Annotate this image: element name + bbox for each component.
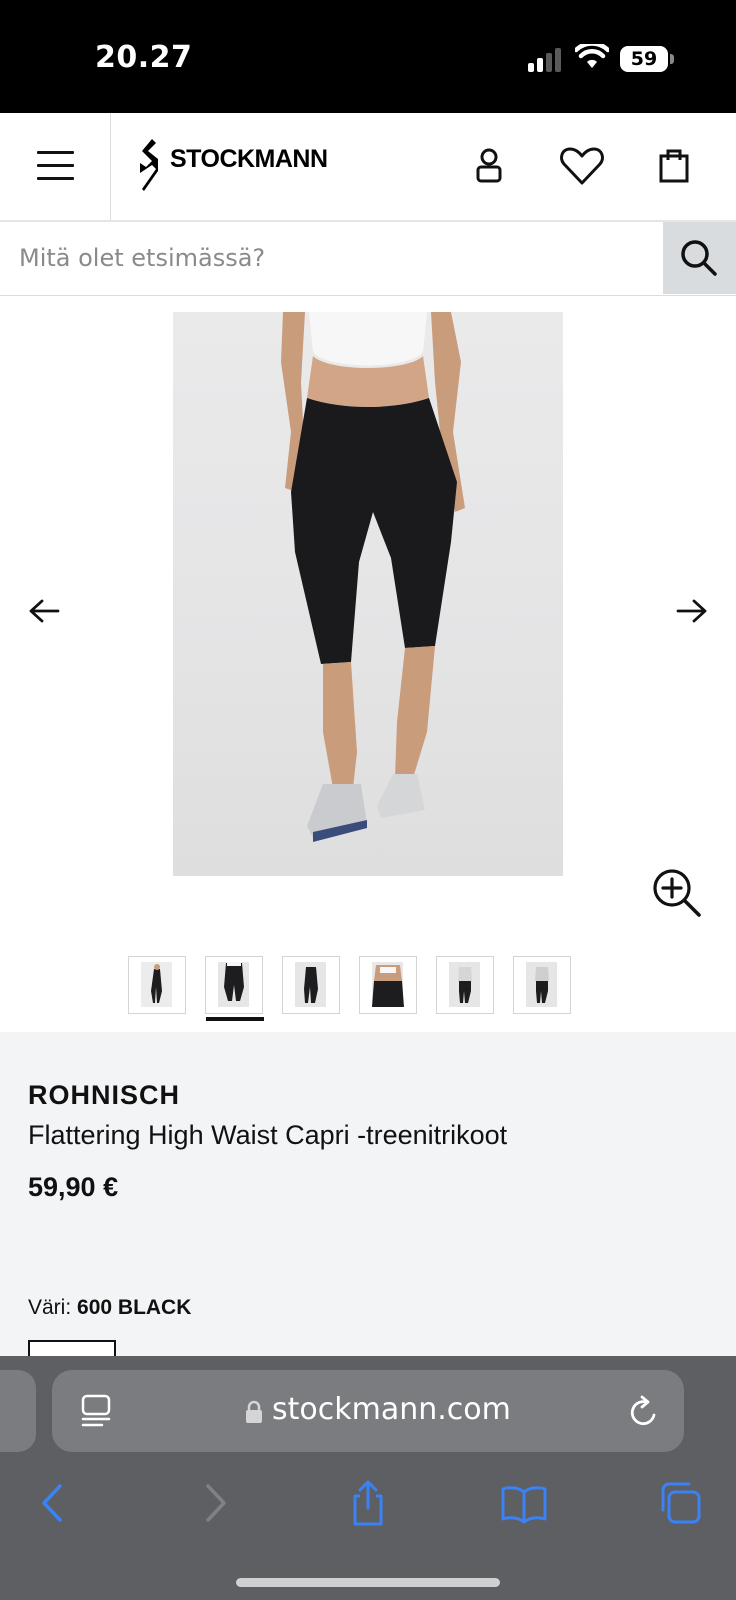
zoom-in-icon[interactable]	[651, 867, 703, 919]
logo-text: STOCKMANN	[170, 145, 328, 173]
thumbnail[interactable]	[436, 956, 494, 1014]
product-photo	[281, 312, 465, 842]
heart-icon[interactable]	[558, 143, 606, 191]
product-brand[interactable]: ROHNISCH	[28, 1080, 180, 1111]
thumbnail-image	[295, 962, 326, 1007]
status-time: 20.27	[95, 40, 193, 75]
bookmarks-icon[interactable]	[499, 1478, 549, 1528]
active-thumbnail-indicator	[206, 1017, 264, 1021]
site-header: STOCKMANN	[0, 113, 736, 222]
thumbnail[interactable]	[513, 956, 571, 1014]
reader-mode-icon[interactable]	[80, 1394, 112, 1428]
home-indicator[interactable]	[236, 1578, 500, 1587]
logo-mark-icon	[140, 139, 158, 191]
forward-icon[interactable]	[188, 1478, 238, 1528]
search-input[interactable]	[0, 222, 663, 294]
product-info: ROHNISCH Flattering High Waist Capri -tr…	[0, 1032, 736, 1360]
battery-nub	[670, 54, 674, 64]
search-icon	[681, 240, 717, 276]
lock-icon	[246, 1400, 262, 1423]
search-bar	[0, 222, 736, 296]
battery-indicator: 59	[620, 46, 668, 72]
color-value: 600 BLACK	[77, 1296, 192, 1319]
shopping-bag-icon[interactable]	[651, 143, 699, 191]
product-gallery	[0, 296, 736, 1032]
search-button[interactable]	[663, 222, 736, 294]
product-name: Flattering High Waist Capri -treenitriko…	[28, 1120, 508, 1150]
user-icon[interactable]	[465, 143, 513, 191]
status-bar: 20.27 59	[0, 0, 736, 113]
browser-bottom-bar: stockmann.com	[0, 1356, 736, 1600]
product-main-image[interactable]	[173, 312, 563, 876]
product-price: 59,90 €	[28, 1172, 119, 1202]
color-selection: Väri: 600 BLACK	[28, 1296, 191, 1320]
wifi-icon	[575, 44, 609, 68]
tabs-icon[interactable]	[655, 1478, 705, 1528]
thumbnail[interactable]	[359, 956, 417, 1014]
back-icon[interactable]	[30, 1478, 80, 1528]
thumbnail[interactable]	[282, 956, 340, 1014]
thumbnail-image	[449, 962, 480, 1007]
arrow-right-icon[interactable]	[672, 596, 712, 626]
thumbnail-image	[526, 962, 557, 1007]
share-icon[interactable]	[343, 1478, 393, 1528]
color-label: Väri:	[28, 1296, 72, 1319]
reload-icon[interactable]	[630, 1395, 660, 1427]
address-bar[interactable]: stockmann.com	[52, 1370, 684, 1452]
arrow-left-icon[interactable]	[24, 596, 64, 626]
thumbnail[interactable]	[128, 956, 186, 1014]
previous-tab-peek[interactable]	[0, 1370, 36, 1452]
menu-button[interactable]	[0, 113, 111, 220]
stockmann-logo[interactable]: STOCKMANN	[138, 137, 378, 197]
url-text: stockmann.com	[272, 1392, 511, 1427]
cellular-signal-icon	[528, 48, 564, 72]
thumbnail-image	[141, 962, 172, 1007]
thumbnail[interactable]	[205, 956, 264, 1021]
thumbnail-image	[218, 962, 249, 1007]
thumbnail-image	[372, 962, 404, 1007]
